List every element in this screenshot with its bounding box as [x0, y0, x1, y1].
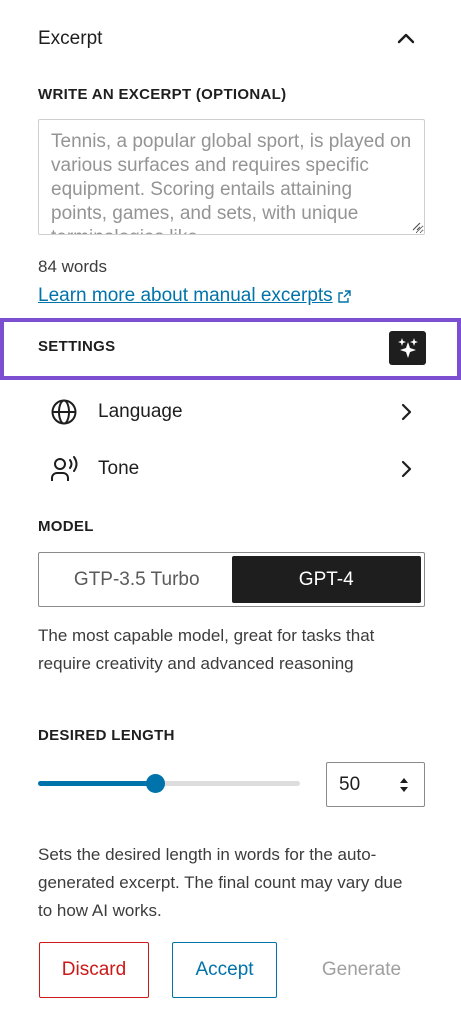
model-option-gpt4[interactable]: GPT-4: [231, 556, 421, 603]
globe-icon: [51, 399, 77, 425]
model-option-gpt35[interactable]: GTP-3.5 Turbo: [42, 556, 232, 603]
desired-length-label: DESIRED LENGTH: [38, 727, 175, 744]
up-down-arrows-icon: [400, 777, 408, 792]
tone-setting[interactable]: Tone: [38, 447, 418, 491]
generate-button[interactable]: Generate: [304, 942, 419, 998]
discard-button[interactable]: Discard: [39, 942, 149, 998]
learn-more-label: Learn more about manual excerpts: [38, 285, 333, 306]
length-number-input[interactable]: 50: [326, 762, 425, 807]
excerpt-textarea[interactable]: [39, 120, 424, 234]
chevron-up-icon: [397, 33, 415, 44]
resize-handle-icon[interactable]: [411, 221, 421, 231]
chevron-right-icon: [401, 403, 412, 421]
excerpt-label: WRITE AN EXCERPT (OPTIONAL): [38, 86, 287, 103]
accept-button[interactable]: Accept: [172, 942, 277, 998]
length-description: Sets the desired length in words for the…: [38, 845, 403, 920]
length-slider-thumb[interactable]: [146, 774, 165, 793]
external-link-icon: [337, 289, 351, 303]
tone-label: Tone: [98, 458, 140, 479]
length-value: 50: [339, 773, 361, 795]
excerpt-textarea-wrapper: [38, 119, 425, 235]
settings-label: SETTINGS: [38, 338, 116, 355]
language-setting[interactable]: Language: [38, 390, 418, 434]
spinner-control[interactable]: [390, 776, 418, 794]
speaking-person-icon: [51, 456, 78, 481]
model-label: MODEL: [38, 518, 94, 535]
length-slider-fill: [38, 781, 155, 786]
panel-title: Excerpt: [38, 28, 103, 49]
learn-more-link[interactable]: Learn more about manual excerpts: [38, 285, 351, 307]
model-toggle-group: GTP-3.5 Turbo GPT-4: [38, 552, 425, 607]
chevron-right-icon: [401, 460, 412, 478]
collapse-button[interactable]: [392, 24, 420, 52]
ai-sparkle-button[interactable]: [389, 331, 426, 365]
sparkles-icon: [397, 338, 418, 358]
model-description: The most capable model, great for tasks …: [38, 626, 375, 673]
word-count: 84 words: [38, 257, 107, 276]
language-label: Language: [98, 401, 183, 422]
